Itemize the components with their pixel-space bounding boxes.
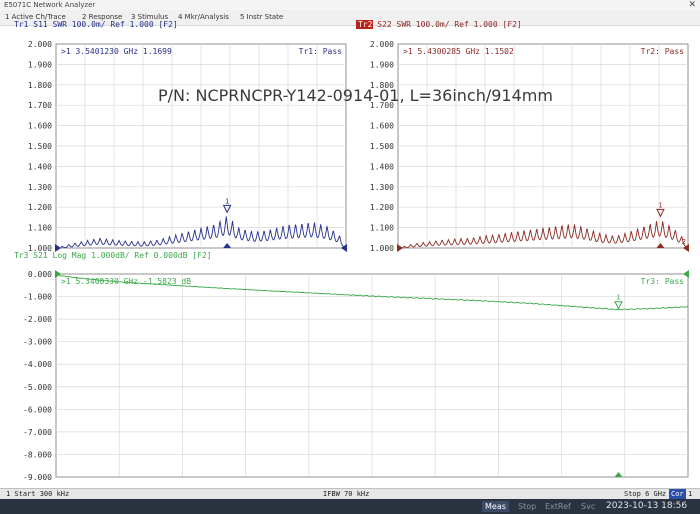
extref-indicator: ExtRef (545, 502, 571, 511)
pane3-marker-label: 1 (616, 294, 620, 302)
pane2-y-tick-label: 1.400 (370, 162, 394, 171)
pane3-y-tick-label: -8.000 (23, 450, 52, 459)
pane2-y-tick-label: 1.200 (370, 203, 394, 212)
pane3-header-text: Tr3 S21 Log Mag 1.000dB/ Ref 0.000dB [F2… (14, 251, 211, 260)
pane3-y-tick-label: 0.000 (28, 270, 52, 279)
pane2-header-text: Tr2 S22 SWR 100.0m/ Ref 1.000 [F2] (358, 20, 522, 29)
pane1-y-tick-label: 1.400 (28, 162, 52, 171)
pane3-y-tick-label: -3.000 (23, 338, 52, 347)
pane3-y-tick-label: -7.000 (23, 428, 52, 437)
pane2-pass-status: Tr2: Pass (641, 47, 685, 56)
datetime: 2023-10-13 18:56 (606, 501, 688, 511)
pane2-y-tick-label: 1.600 (370, 122, 394, 131)
pane1-marker-readout: >1 3.5401230 GHz 1.1699 (61, 47, 172, 56)
pane2-y-tick-label: 1.500 (370, 142, 394, 151)
pane3-pass-status: Tr3: Pass (641, 277, 685, 286)
pane2-y-tick-label: 2.000 (370, 40, 394, 49)
pane2-marker2-label: 2 (682, 238, 686, 246)
pane3-y-tick-label: -6.000 (23, 405, 52, 414)
pane3-y-tick-label: -9.000 (23, 473, 52, 482)
pane1-y-tick-label: 1.100 (28, 224, 52, 233)
pane2-marker-label: 1 (658, 201, 662, 209)
pane3-y-tick-label: -2.000 (23, 315, 52, 324)
bottom-status-bar: Meas Stop ExtRef Svc 2023-10-13 18:56 (0, 499, 700, 514)
pane2-marker-readout: >1 5.4300285 GHz 1.1502 (403, 47, 514, 56)
pane2-y-tick-label: 1.000 (370, 244, 394, 253)
pane1-y-tick-label: 1.800 (28, 81, 52, 90)
pane1-y-tick-label: 1.500 (28, 142, 52, 151)
pane3-y-tick-label: -5.000 (23, 383, 52, 392)
svc-indicator: Svc (581, 502, 596, 511)
pane1-pass-status: Tr1: Pass (299, 47, 343, 56)
pane3-y-tick-label: -4.000 (23, 360, 52, 369)
pane3-y-tick-label: -1.000 (23, 293, 52, 302)
meas-indicator: Meas (482, 501, 509, 512)
pane1-y-tick-label: 1.200 (28, 203, 52, 212)
pane1-y-tick-label: 1.300 (28, 183, 52, 192)
pane1-y-tick-label: 1.700 (28, 101, 52, 110)
pane1-header-text: Tr1 S11 SWR 100.0m/ Ref 1.000 [F2] (14, 20, 178, 29)
pane2-y-tick-label: 1.300 (370, 183, 394, 192)
part-number-overlay: P/N: NCPRNCPR-Y142-0914-01, L=36inch/914… (158, 86, 553, 105)
pane2-y-tick-label: 1.100 (370, 224, 394, 233)
stop-indicator: Stop (518, 502, 537, 511)
pane1-y-tick-label: 1.600 (28, 122, 52, 131)
pane1-marker-label: 1 (225, 197, 229, 205)
pane2-y-tick-label: 1.900 (370, 60, 394, 69)
pane1-y-tick-label: 1.900 (28, 60, 52, 69)
pane1-y-tick-label: 2.000 (28, 40, 52, 49)
analyzer-display: Tr1 S11 SWR 100.0m/ Ref 1.000 [F2] 2.000 1… (14, 20, 689, 482)
